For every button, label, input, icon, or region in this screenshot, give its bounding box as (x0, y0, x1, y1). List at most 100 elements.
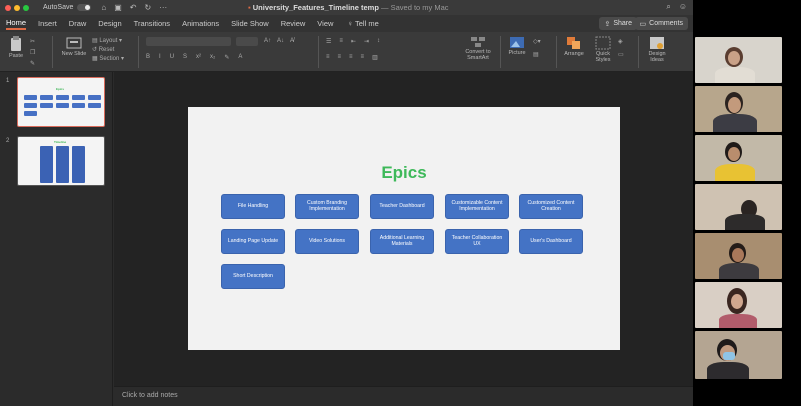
slide-thumbnail-1[interactable]: Epics (17, 77, 105, 127)
tab-transitions[interactable]: Transitions (134, 19, 170, 28)
justify-icon[interactable]: ≡ (361, 54, 365, 61)
align-left-icon[interactable]: ≡ (326, 54, 330, 61)
text-box-icon[interactable]: ▤ (533, 51, 541, 58)
font-name-dropdown[interactable] (146, 37, 231, 46)
layout-button[interactable]: ▤ Layout ▾ (92, 37, 124, 44)
autosave-label: AutoSave (43, 4, 74, 11)
subscript-icon[interactable]: x₂ (210, 54, 215, 61)
epic-box-short-description[interactable]: Short Description (221, 264, 285, 289)
minimize-window-button[interactable] (14, 4, 20, 11)
undo-icon[interactable]: ↶ (130, 3, 137, 12)
participant-body (707, 362, 749, 379)
tab-home[interactable]: Home (6, 18, 27, 30)
font-color-icon[interactable]: A (238, 54, 242, 61)
design-ideas-button[interactable]: Design Ideas (644, 36, 670, 63)
section-button[interactable]: ▦ Section ▾ (92, 55, 124, 62)
notes-pane[interactable]: Click to add notes (114, 386, 693, 406)
shapes-icon[interactable]: ◇▾ (533, 38, 541, 45)
align-right-icon[interactable]: ≡ (349, 54, 353, 61)
tell-me-search[interactable]: ♀ Tell me (347, 19, 378, 28)
share-button[interactable]: ⇪ Share (599, 17, 637, 30)
shrink-font-icon[interactable]: A↓ (277, 38, 284, 44)
epic-box-users-dashboard[interactable]: User's Dashboard (519, 229, 583, 254)
tab-view[interactable]: View (317, 19, 333, 28)
more-icon[interactable]: ··· (159, 3, 167, 12)
participant-face (728, 147, 740, 161)
epic-box-file-handling[interactable]: File Handling (221, 194, 285, 219)
tab-slide-show[interactable]: Slide Show (231, 19, 269, 28)
line-spacing-icon[interactable]: ↕ (377, 38, 380, 45)
search-icon[interactable]: ⌕ (666, 2, 670, 12)
decrease-indent-icon[interactable]: ⇤ (351, 38, 356, 45)
clear-format-icon[interactable]: A̸ (290, 38, 294, 44)
bullets-icon[interactable]: ☰ (326, 38, 331, 45)
slide-title[interactable]: Epics (188, 163, 620, 183)
participant-face (728, 97, 741, 113)
text-highlight-icon[interactable]: ✎ (224, 54, 229, 61)
quick-styles-button[interactable]: Quick Styles (590, 36, 616, 63)
italic-icon[interactable]: I (159, 54, 161, 61)
increase-indent-icon[interactable]: ⇥ (364, 38, 369, 45)
tab-draw[interactable]: Draw (69, 19, 87, 28)
font-size-dropdown[interactable] (236, 37, 258, 46)
close-window-button[interactable] (5, 4, 11, 11)
title-bar: AutoSave ⌂ ▣ ↶ ↻ ··· ▪ University_Featur… (0, 0, 693, 15)
comments-label: Comments (649, 20, 683, 27)
mini-column (56, 146, 69, 183)
participant-video-tile[interactable] (695, 331, 782, 379)
clipboard-icon (11, 36, 21, 51)
new-slide-button[interactable]: New Slide (60, 36, 88, 57)
save-icon[interactable]: ▣ (114, 3, 122, 12)
epic-box-customizable-content[interactable]: Customizable Content Implementation (445, 194, 509, 219)
redo-icon[interactable]: ↻ (144, 3, 151, 12)
grow-font-icon[interactable]: A↑ (264, 38, 271, 44)
participant-video-tile[interactable] (695, 135, 782, 181)
zoom-window-button[interactable] (23, 4, 29, 11)
bold-icon[interactable]: B (146, 54, 150, 61)
paste-button[interactable]: Paste (6, 36, 26, 59)
account-icon[interactable]: ☺ (679, 2, 687, 12)
tab-design[interactable]: Design (98, 19, 121, 28)
autosave-toggle[interactable] (77, 4, 92, 11)
columns-icon[interactable]: ▥ (372, 54, 378, 61)
picture-button[interactable]: Picture (504, 36, 530, 56)
participant-video-tile[interactable] (695, 233, 782, 279)
epic-box-landing-page[interactable]: Landing Page Update (221, 229, 285, 254)
participant-video-tile[interactable] (695, 282, 782, 328)
quick-access-toolbar: ⌂ ▣ ↶ ↻ ··· (101, 3, 167, 12)
epic-box-teacher-collaboration[interactable]: Teacher Collaboration UX (445, 229, 509, 254)
format-painter-icon[interactable]: ✎ (30, 60, 35, 67)
slide-canvas[interactable]: Epics File Handling Custom Branding Impl… (188, 107, 620, 350)
strikethrough-icon[interactable]: S (183, 54, 187, 61)
home-icon[interactable]: ⌂ (101, 3, 106, 12)
epic-box-custom-branding[interactable]: Custom Branding Implementation (295, 194, 359, 219)
epic-box-video-solutions[interactable]: Video Solutions (295, 229, 359, 254)
participant-video-tile[interactable] (695, 184, 782, 230)
epic-box-additional-learning[interactable]: Additional Learning Materials (370, 229, 434, 254)
underline-icon[interactable]: U (170, 54, 174, 61)
mini-epic-box (88, 103, 101, 108)
arrange-button[interactable]: Arrange (560, 36, 588, 57)
copy-icon[interactable]: ❐ (30, 49, 35, 56)
participant-video-tile[interactable] (695, 37, 782, 83)
tab-review[interactable]: Review (281, 19, 306, 28)
tab-animations[interactable]: Animations (182, 19, 219, 28)
shape-outline-icon[interactable]: ▭ (618, 51, 624, 58)
epic-box-customized-content-creation[interactable]: Customized Content Creation (519, 194, 583, 219)
epic-box-teacher-dashboard[interactable]: Teacher Dashboard (370, 194, 434, 219)
superscript-icon[interactable]: x² (196, 54, 201, 61)
reset-button[interactable]: ↺ Reset (92, 46, 124, 53)
comments-button[interactable]: ▭ Comments (634, 17, 688, 30)
numbering-icon[interactable]: ≡ (339, 38, 343, 45)
participant-video-tile[interactable] (695, 86, 782, 132)
convert-to-smartart-button[interactable]: Convert to SmartArt (458, 36, 498, 61)
align-center-icon[interactable]: ≡ (338, 54, 342, 61)
picture-icon (510, 37, 524, 48)
home-ribbon: Paste ✂ ❐ ✎ New Slide ▤ Layout ▾ ↺ Reset… (0, 32, 693, 72)
new-slide-label: New Slide (61, 51, 87, 57)
slide-thumbnail-2[interactable]: Timeline (17, 136, 105, 186)
shape-fill-icon[interactable]: ◈ (618, 38, 624, 45)
tab-insert[interactable]: Insert (38, 19, 57, 28)
shape-format-tools: ◈ ▭ (618, 38, 624, 58)
cut-icon[interactable]: ✂ (30, 38, 35, 45)
